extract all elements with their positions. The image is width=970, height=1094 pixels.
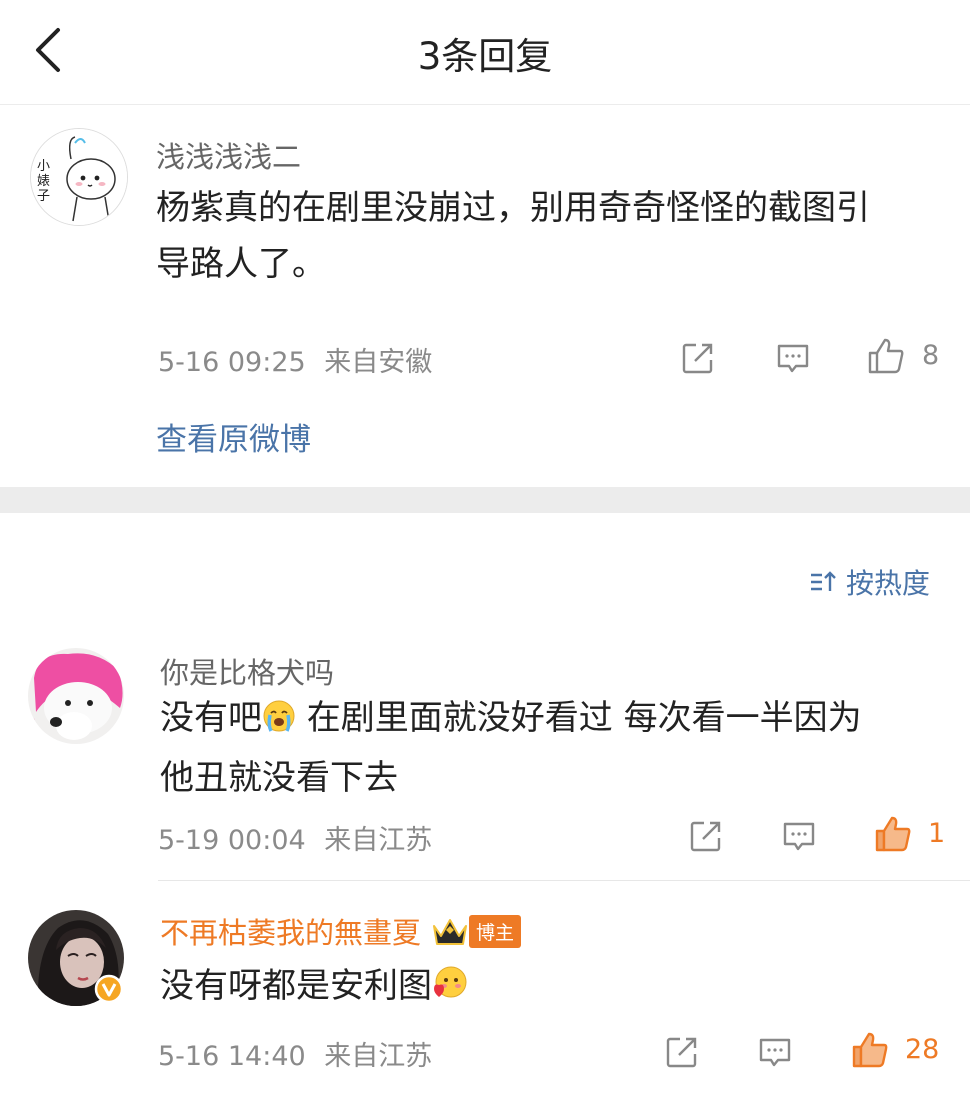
share-icon[interactable] — [664, 1034, 700, 1070]
location: 来自江苏 — [324, 825, 433, 856]
like-count: 28 — [905, 1034, 940, 1065]
username[interactable]: 不再枯萎我的無畫夏 — [160, 910, 421, 952]
page-title: 3条回复 — [417, 35, 553, 78]
comment-meta: 5-16 09:25 来自安徽 — [158, 340, 432, 379]
avatar-lettering: 小婊子 — [37, 159, 51, 204]
like-count: 1 — [928, 818, 946, 849]
share-icon[interactable] — [680, 340, 716, 376]
sort-button[interactable]: 按热度 — [808, 562, 930, 602]
username[interactable]: 你是比格犬吗 — [160, 650, 334, 692]
like-icon[interactable] — [873, 814, 913, 854]
like-count: 8 — [922, 340, 940, 371]
reply-meta: 5-16 14:40 来自江苏 — [158, 1034, 432, 1073]
crown-icon — [433, 919, 468, 945]
view-original-link[interactable]: 查看原微博 — [156, 414, 311, 459]
reply-text: 没有吧 在剧里面就没好看过 每次看一半因为 他丑就没看下去 — [160, 690, 950, 806]
timestamp: 5-16 09:25 — [158, 347, 306, 378]
share-icon[interactable] — [688, 818, 724, 854]
blogger-badge-label: 博主 — [469, 914, 522, 948]
like-icon[interactable] — [866, 336, 906, 376]
avatar[interactable]: 小婊子 — [30, 128, 128, 226]
reply-text: 没有呀都是安利图 — [160, 958, 468, 1018]
like-icon[interactable] — [850, 1030, 890, 1070]
reply-meta: 5-19 00:04 来自江苏 — [158, 818, 432, 857]
username-row: 不再枯萎我的無畫夏 博主 — [160, 910, 522, 952]
location: 来自江苏 — [324, 1041, 433, 1072]
avatar[interactable] — [28, 648, 124, 744]
heart-face-emoji — [432, 962, 468, 1018]
sort-icon — [808, 567, 838, 597]
timestamp: 5-16 14:40 — [158, 1041, 306, 1072]
comment-icon[interactable] — [757, 1034, 793, 1070]
comment-icon[interactable] — [781, 818, 817, 854]
crying-face-emoji — [262, 694, 296, 750]
comment-text: 杨紫真的在剧里没崩过，别用奇奇怪怪的截图引 导路人了。 — [156, 188, 870, 284]
location: 来自安徽 — [324, 347, 433, 378]
verified-icon — [94, 974, 124, 1004]
section-divider — [0, 487, 970, 513]
comment-icon[interactable] — [775, 340, 811, 376]
reply-divider — [158, 880, 970, 881]
username[interactable]: 浅浅浅浅二 — [156, 134, 301, 176]
blogger-badge: 博主 — [431, 914, 522, 948]
timestamp: 5-19 00:04 — [158, 825, 306, 856]
